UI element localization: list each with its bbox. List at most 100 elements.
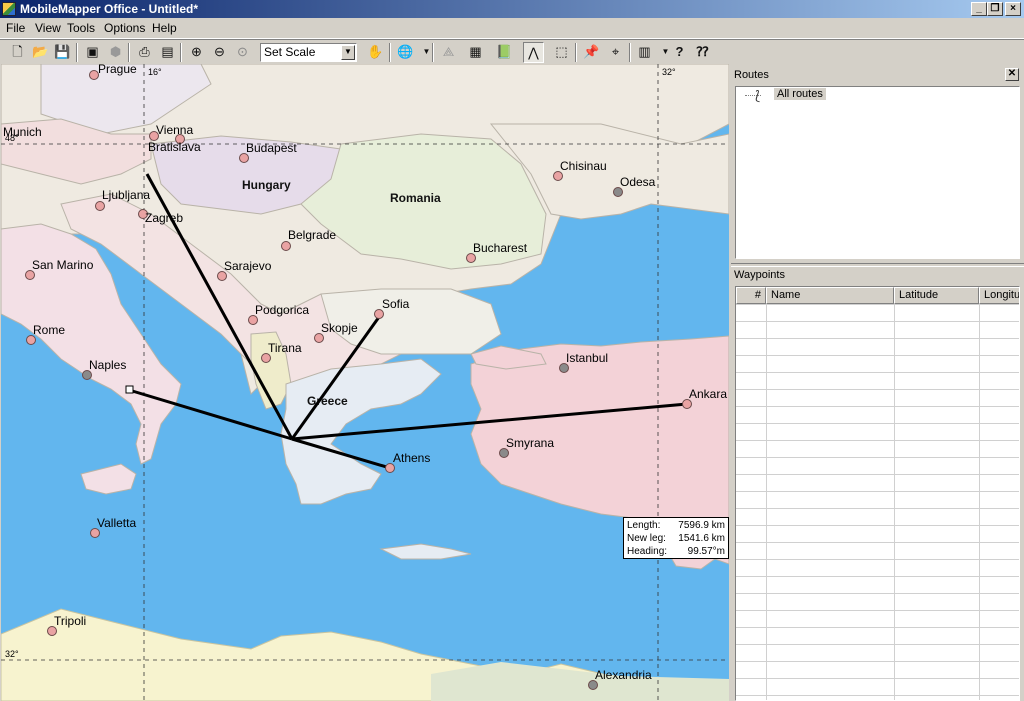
- sicily-land: [80, 463, 137, 495]
- menu-tools[interactable]: Tools: [67, 21, 95, 35]
- city-label-vienna: Vienna: [156, 123, 193, 137]
- city-label-ankara: Ankara: [689, 387, 727, 401]
- zoom-out-icon[interactable]: ⊖: [209, 42, 230, 63]
- save-icon[interactable]: 💾: [52, 42, 73, 63]
- restore-button[interactable]: ❐: [987, 2, 1003, 16]
- routes-tree[interactable]: ⟅ All routes: [735, 86, 1020, 259]
- waypoint-rows[interactable]: [736, 304, 1019, 700]
- city-label-rome: Rome: [33, 323, 65, 337]
- close-button[interactable]: ×: [1005, 2, 1021, 16]
- app-icon: [2, 2, 16, 16]
- toolbar-separator: [76, 43, 78, 62]
- country-label-greece: Greece: [307, 394, 348, 408]
- column-header-latitude[interactable]: Latitude: [894, 287, 979, 304]
- city-label-belgrade: Belgrade: [288, 228, 336, 242]
- waypoints-table[interactable]: # Name Latitude Longitu: [735, 286, 1020, 701]
- device-icon[interactable]: ▥: [634, 42, 655, 63]
- menu-help[interactable]: Help: [152, 21, 177, 35]
- globe-icon[interactable]: 🌐: [395, 42, 416, 63]
- print-preview-icon[interactable]: ▤: [157, 42, 178, 63]
- heading-value: 99.57°m: [687, 546, 725, 557]
- context-help-icon[interactable]: ⁇: [692, 42, 713, 63]
- layers-icon[interactable]: ⟁: [438, 42, 459, 63]
- menu-view[interactable]: View: [35, 21, 61, 35]
- city-label-valletta: Valletta: [97, 516, 136, 530]
- pane-splitter[interactable]: [731, 263, 1024, 267]
- menu-options[interactable]: Options: [104, 21, 145, 35]
- right-pane: Routes ✕ ⟅ All routes Waypoints # Name L…: [731, 64, 1024, 701]
- city-label-bratislava: Bratislava: [148, 140, 201, 154]
- route-vertex-marker[interactable]: [125, 385, 134, 394]
- length-value: 7596.9 km: [678, 520, 725, 531]
- window-title: MobileMapper Office - Untitled*: [20, 2, 199, 16]
- city-label-podgorica: Podgorica: [255, 303, 309, 317]
- chevron-down-icon[interactable]: ▼: [341, 45, 355, 60]
- toolbar-separator: [389, 43, 391, 62]
- close-icon[interactable]: ✕: [1005, 68, 1019, 81]
- country-label-hungary: Hungary: [242, 178, 291, 192]
- city-label-chisinau: Chisinau: [560, 159, 607, 173]
- toolbar-separator: [575, 43, 577, 62]
- column-header-number[interactable]: #: [736, 287, 766, 304]
- pan-hand-icon[interactable]: ✋: [365, 42, 386, 63]
- egypt-land: [431, 662, 729, 701]
- heading-label: Heading:: [627, 546, 668, 557]
- city-label-tripoli: Tripoli: [54, 614, 86, 628]
- minimize-button[interactable]: _: [971, 2, 987, 16]
- city-label-ljubljana: Ljubljana: [102, 188, 150, 202]
- city-label-sofia: Sofia: [382, 297, 410, 311]
- routes-title: Routes: [734, 69, 769, 81]
- map-canvas[interactable]: 16° 32° 48° 32° Hungary Romania Greece P…: [1, 64, 729, 701]
- print-icon[interactable]: ⎙: [134, 42, 155, 63]
- scale-select-value: Set Scale: [264, 45, 316, 59]
- toolbar-separator: [432, 43, 434, 62]
- toolbar-separator: [128, 43, 130, 62]
- city-label-naples: Naples: [89, 358, 126, 372]
- map-color-icon[interactable]: ▦: [465, 42, 486, 63]
- city-label-tirana: Tirana: [268, 341, 302, 355]
- disabled-icon: ⬢: [109, 44, 122, 59]
- crete-land: [379, 543, 472, 560]
- menu-file[interactable]: File: [6, 21, 25, 35]
- column-header-name[interactable]: Name: [766, 287, 894, 304]
- column-divider: [894, 304, 895, 700]
- toolbar: 🗋 📂 💾 ▣ ⬢ ⎙ ▤ ⊕ ⊖ ⊙ Set Scale ▼ ✋ 🌐 ▼ ⟁ …: [0, 39, 1024, 65]
- open-folder-icon[interactable]: 📂: [30, 42, 51, 63]
- tree-item-all-routes[interactable]: All routes: [774, 88, 826, 100]
- city-marker[interactable]: [95, 201, 105, 211]
- new-file-icon[interactable]: 🗋: [7, 42, 28, 63]
- city-label-prague: Prague: [98, 64, 137, 76]
- help-icon[interactable]: ?: [669, 42, 690, 63]
- country-label-romania: Romania: [390, 191, 441, 205]
- grid-label-lat-32: 32°: [5, 649, 19, 659]
- waypoints-title: Waypoints: [734, 269, 785, 281]
- book-icon[interactable]: 📗: [494, 42, 515, 63]
- new-leg-value: 1541.6 km: [678, 533, 725, 544]
- city-marker[interactable]: [281, 241, 291, 251]
- toolbar-separator: [180, 43, 182, 62]
- map-view[interactable]: 16° 32° 48° 32° Hungary Romania Greece P…: [1, 64, 729, 701]
- route-tool-icon[interactable]: ⋀: [523, 42, 544, 63]
- zoom-in-icon[interactable]: ⊕: [186, 42, 207, 63]
- select-rect-icon[interactable]: ⬚: [551, 42, 572, 63]
- grid-label-lon-32: 32°: [662, 67, 676, 77]
- zoom-extent-icon[interactable]: ⊙: [232, 42, 253, 63]
- menu-bar: File View Tools Options Help: [0, 18, 1024, 39]
- measure-icon[interactable]: ⌖: [605, 42, 626, 63]
- scale-select[interactable]: Set Scale ▼: [260, 43, 357, 62]
- column-header-longitude[interactable]: Longitu: [979, 287, 1019, 304]
- city-label-sarajevo: Sarajevo: [224, 259, 272, 273]
- title-bar: MobileMapper Office - Untitled* _ ❐ ×: [0, 0, 1024, 18]
- city-label-zagreb: Zagreb: [145, 211, 183, 225]
- city-label-alexandria: Alexandria: [595, 668, 652, 682]
- measure-info-box: Length: 7596.9 km New leg: 1541.6 km Headi…: [623, 517, 729, 559]
- pin-icon[interactable]: 📌: [581, 42, 602, 63]
- column-divider: [979, 304, 980, 700]
- new-leg-label: New leg:: [627, 533, 666, 544]
- route-icon: ⟅: [755, 88, 761, 103]
- grid-label-lon-16: 16°: [148, 67, 162, 77]
- city-label-bucharest: Bucharest: [473, 241, 528, 255]
- column-divider: [766, 304, 767, 700]
- import-icon[interactable]: ▣: [82, 42, 103, 63]
- city-label-skopje: Skopje: [321, 321, 358, 335]
